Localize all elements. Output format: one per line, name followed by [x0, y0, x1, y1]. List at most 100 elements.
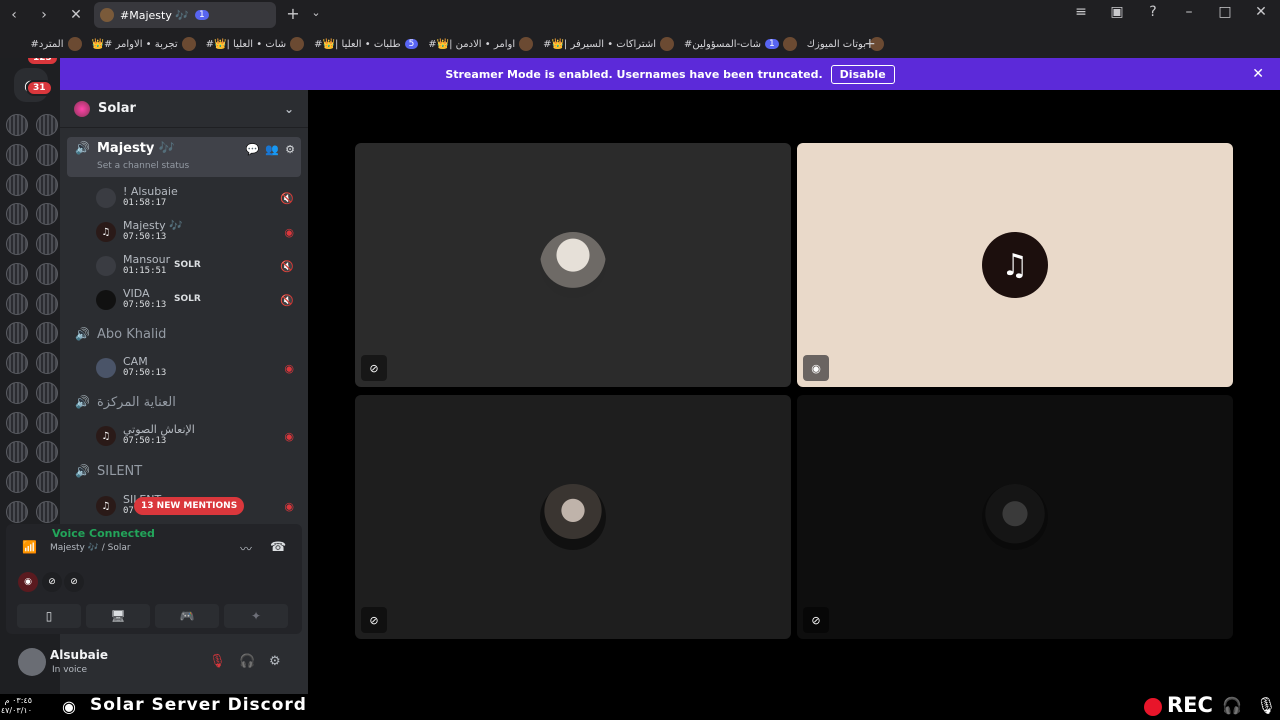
bookmark-item[interactable]: المترد# [31, 37, 82, 51]
server-header[interactable]: Solar ⌄ [60, 90, 308, 128]
muted-icon: ⊘ [361, 607, 387, 633]
user-panel [6, 640, 302, 686]
music-avatar: ♫ [96, 222, 116, 242]
participant-tile[interactable]: ⊘ [355, 395, 791, 639]
channel-name: Majesty 🎶 [97, 141, 176, 156]
channel-status[interactable]: Set a channel status [97, 161, 189, 171]
mic-muted-icon[interactable]: 🎙 [209, 654, 226, 669]
browser-tab[interactable]: #Majesty 🎶 1 [94, 2, 276, 28]
bookmark-item[interactable]: 1 شات-المسؤولين# [684, 37, 797, 51]
avatar [540, 232, 606, 298]
gear-icon[interactable]: ⚙ [269, 654, 281, 669]
tab-list-chevron-icon[interactable]: ⌄ [308, 6, 324, 19]
screen-share-button[interactable]: 🖥 [86, 604, 150, 628]
deafen-icon[interactable]: ⊘ [64, 572, 84, 592]
headphones-deafened-icon[interactable]: 🎧 [239, 654, 255, 669]
participant-tile[interactable]: ♫ ◉ [797, 143, 1233, 387]
avatar [96, 256, 116, 276]
voice-channel-majesty[interactable]: 🔊 Majesty 🎶 Set a channel status 💬 👥 ⚙ [67, 137, 301, 177]
brand-title: Solar Server Discord [90, 695, 307, 715]
speaker-icon: 🔊 [75, 327, 90, 341]
dm-badge: 31 [26, 80, 53, 96]
voice-channel-abo-khalid[interactable]: 🔊 Abo Khalid [67, 316, 301, 352]
muted-icon: ⊘ [803, 607, 829, 633]
voice-member[interactable]: CAM 07:50:13 ◉ [96, 354, 302, 384]
server-icon-pattern [2, 114, 58, 584]
forward-icon[interactable]: › [32, 3, 56, 27]
voice-channel-silent[interactable]: 🔊 SILENT [67, 453, 301, 489]
username: Alsubaie [50, 648, 109, 662]
tab-badge: 1 [195, 10, 209, 20]
bookmark-item[interactable]: 5 طلبات • العليا |👑# [314, 39, 419, 50]
soundboard-button[interactable]: ✦ [224, 604, 288, 628]
add-bookmark-icon[interactable]: + [864, 36, 876, 52]
bookmarks-bar: بوتات الميوزك 1 شات-المسؤولين# اشتراكات •… [0, 30, 1280, 58]
signal-icon[interactable]: 📶 [22, 540, 37, 554]
avatar [96, 358, 116, 378]
bookmark-avatar [181, 37, 196, 51]
chevron-down-icon[interactable]: ⌄ [284, 102, 294, 116]
channel-name: Abo Khalid [97, 326, 167, 342]
disconnect-icon[interactable]: ☎ [270, 540, 286, 555]
speaker-icon: 🔊 [75, 395, 90, 409]
help-icon[interactable]: ? [1142, 4, 1164, 20]
bookmark-item[interactable]: شات • العليا |👑# [206, 37, 305, 51]
voice-member[interactable]: ! Alsubaie 01:58:17 🔇 [96, 184, 302, 214]
music-avatar: ♫ [96, 496, 116, 516]
avatar[interactable] [18, 648, 46, 676]
camera-off-button[interactable]: ▯ [17, 604, 81, 628]
bookmark-item[interactable]: اشتراكات • السيرفر |👑# [543, 37, 674, 51]
tab-favicon [100, 8, 114, 22]
minimize-icon[interactable]: – [1178, 4, 1200, 20]
speaker-icon: 🔊 [75, 141, 90, 155]
maximize-icon[interactable]: □ [1214, 4, 1236, 20]
inbox-icon[interactable]: ▣ [1106, 4, 1128, 20]
server-icon [74, 100, 90, 117]
mute-icon[interactable]: ⊘ [42, 572, 62, 592]
gear-icon[interactable]: ⚙ [285, 143, 295, 156]
new-tab-icon[interactable]: + [284, 4, 302, 23]
home-badge: 125 [26, 58, 59, 66]
bookmark-avatar [782, 37, 797, 51]
voice-status: Voice Connected [52, 527, 155, 540]
back-icon[interactable]: ‹ [2, 3, 26, 27]
deafened-icon: ◉ [803, 355, 829, 381]
bookmark-item[interactable]: تجربة • الاوامر #👑 [92, 37, 196, 51]
user-status: In voice [52, 665, 88, 675]
banner-text: Streamer Mode is enabled. Usernames have… [445, 67, 823, 81]
channel-name: SILENT [97, 463, 143, 479]
chat-icon[interactable]: 💬 [246, 143, 260, 156]
voice-member[interactable]: ♫ Majesty 🎶 07:50:13 ◉ [96, 218, 302, 248]
stop-loading-icon[interactable]: ✕ [64, 3, 88, 27]
menu-icon[interactable]: ≡ [1070, 4, 1092, 20]
bookmark-avatar [519, 37, 534, 51]
soundboard-icon[interactable]: ◉ [18, 572, 38, 592]
muted-icon: ⊘ [361, 355, 387, 381]
new-mentions-pill[interactable]: 13 NEW MENTIONS [134, 497, 245, 515]
noise-suppression-icon[interactable]: 〰 [240, 540, 252, 557]
close-icon[interactable]: ✕ [1252, 66, 1264, 82]
voice-member[interactable]: Mansour 01:15:51 SOLR 🔇 [96, 252, 302, 282]
close-window-icon[interactable]: ✕ [1250, 4, 1272, 20]
bookmark-item[interactable]: اوامر • الادمن |👑# [428, 37, 534, 51]
activity-button[interactable]: 🎮 [155, 604, 219, 628]
discord-logo-icon: ◉ [62, 696, 76, 716]
channel-name: العناية المركزة [97, 394, 176, 410]
deafened-icon: ◉ [284, 430, 294, 443]
deafened-icon: ◉ [284, 500, 294, 513]
browser-actions: ≡ ▣ ? – □ ✕ [1070, 4, 1272, 20]
voice-member[interactable]: VIDA 07:50:13 SOLR 🔇 [96, 286, 302, 316]
participant-tile[interactable]: ⊘ [355, 143, 791, 387]
invite-icon[interactable]: 👥 [265, 143, 279, 156]
deafened-icon: ◉ [284, 362, 294, 375]
voice-channel-link[interactable]: Majesty 🎶 / Solar [50, 543, 131, 553]
rec-label: REC [1167, 693, 1213, 717]
bookmark-avatar [660, 37, 674, 51]
music-note-icon: ♫ [982, 232, 1048, 298]
voice-member[interactable]: ♫ الإنعاش الصوتي 07:50:13 ◉ [96, 422, 302, 452]
disable-button[interactable]: Disable [830, 64, 895, 84]
participant-tile[interactable]: ⊘ [797, 395, 1233, 639]
member-tag: SOLR [174, 260, 201, 270]
avatar [96, 290, 116, 310]
voice-channel-icu[interactable]: 🔊 العناية المركزة [67, 384, 301, 420]
